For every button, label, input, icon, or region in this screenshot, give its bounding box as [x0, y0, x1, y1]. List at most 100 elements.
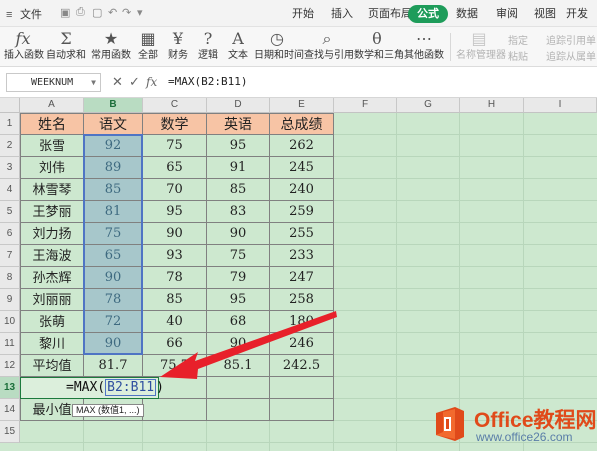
score-cell[interactable]: 75: [84, 223, 143, 245]
score-cell[interactable]: 79: [207, 267, 270, 289]
tab-insert[interactable]: 插入: [327, 5, 357, 23]
tab-home[interactable]: 开始: [288, 5, 318, 23]
row-header-12[interactable]: 12: [0, 355, 20, 377]
print-icon[interactable]: ⎙: [76, 6, 85, 19]
column-header-b[interactable]: B: [84, 98, 143, 113]
row-header-4[interactable]: 4: [0, 179, 20, 201]
student-name-cell[interactable]: 张萌: [20, 311, 84, 333]
empty-cell[interactable]: [270, 377, 334, 399]
name-manager-button[interactable]: ▤ 名称管理器: [456, 29, 506, 65]
score-cell[interactable]: 78: [143, 267, 207, 289]
score-cell[interactable]: 85: [84, 179, 143, 201]
formula-input[interactable]: =MAX(B2:B11): [168, 74, 247, 90]
score-cell[interactable]: 262: [270, 135, 334, 157]
column-header-g[interactable]: G: [397, 98, 460, 113]
score-cell[interactable]: 92: [84, 135, 143, 157]
tab-formulas[interactable]: 公式: [408, 5, 448, 23]
column-header-h[interactable]: H: [460, 98, 524, 113]
column-header-i[interactable]: I: [524, 98, 597, 113]
student-name-cell[interactable]: 刘力扬: [20, 223, 84, 245]
score-cell[interactable]: 95: [207, 135, 270, 157]
student-name-cell[interactable]: 张雪: [20, 135, 84, 157]
other-functions-button[interactable]: ⋯ 其他函数: [404, 29, 444, 65]
row-header-11[interactable]: 11: [0, 333, 20, 355]
tab-review[interactable]: 审阅: [492, 5, 522, 23]
redo-icon[interactable]: ↷: [122, 6, 131, 19]
score-cell[interactable]: 78: [84, 289, 143, 311]
score-cell[interactable]: 40: [143, 311, 207, 333]
score-cell[interactable]: 85: [143, 289, 207, 311]
average-value-cell[interactable]: 81.7: [84, 355, 143, 377]
more-icon[interactable]: ▾: [137, 6, 143, 19]
row-header-6[interactable]: 6: [0, 223, 20, 245]
score-cell[interactable]: 245: [270, 157, 334, 179]
text-functions-button[interactable]: A 文本: [224, 29, 252, 65]
score-cell[interactable]: 259: [270, 201, 334, 223]
insert-function-button[interactable]: fx 插入函数: [4, 29, 44, 65]
empty-cell[interactable]: [270, 399, 334, 421]
score-cell[interactable]: 246: [270, 333, 334, 355]
score-cell[interactable]: 72: [84, 311, 143, 333]
specify-button[interactable]: 指定: [508, 32, 528, 47]
trace-precedents-button[interactable]: 追踪引用单: [546, 32, 596, 47]
paste-names-button[interactable]: 粘贴: [508, 48, 528, 63]
score-cell[interactable]: 93: [143, 245, 207, 267]
autosum-button[interactable]: Σ 自动求和: [44, 29, 88, 65]
table-header-cell[interactable]: 英语: [207, 113, 270, 135]
score-cell[interactable]: 90: [207, 333, 270, 355]
row-header-9[interactable]: 9: [0, 289, 20, 311]
financial-button[interactable]: ¥ 财务: [164, 29, 192, 65]
column-header-d[interactable]: D: [207, 98, 270, 113]
score-cell[interactable]: 255: [270, 223, 334, 245]
column-header-f[interactable]: F: [334, 98, 397, 113]
score-cell[interactable]: 258: [270, 289, 334, 311]
score-cell[interactable]: 65: [84, 245, 143, 267]
table-header-cell[interactable]: 语文: [84, 113, 143, 135]
math-trig-button[interactable]: θ 数学和三角: [354, 29, 404, 65]
score-cell[interactable]: 240: [270, 179, 334, 201]
empty-cell[interactable]: [143, 399, 207, 421]
lookup-reference-button[interactable]: ⌕ 查找与引用: [304, 29, 354, 65]
average-value-cell[interactable]: 85.1: [207, 355, 270, 377]
file-menu[interactable]: ≡ 文件: [6, 6, 42, 22]
confirm-icon[interactable]: ✓: [129, 74, 140, 90]
tab-developer[interactable]: 开发工: [562, 5, 597, 38]
name-box[interactable]: WEEKNUM ▼: [6, 73, 101, 92]
formula-edit-cell[interactable]: =MAX(B2:B11): [20, 377, 164, 399]
score-cell[interactable]: 68: [207, 311, 270, 333]
score-cell[interactable]: 90: [84, 333, 143, 355]
table-header-cell[interactable]: 姓名: [20, 113, 84, 135]
empty-cell[interactable]: [207, 377, 270, 399]
tab-view[interactable]: 视图: [530, 5, 560, 23]
score-cell[interactable]: 66: [143, 333, 207, 355]
score-cell[interactable]: 85: [207, 179, 270, 201]
average-value-cell[interactable]: 242.5: [270, 355, 334, 377]
score-cell[interactable]: 65: [143, 157, 207, 179]
fx-icon[interactable]: fx: [146, 74, 157, 90]
student-name-cell[interactable]: 林雪琴: [20, 179, 84, 201]
column-header-a[interactable]: A: [20, 98, 84, 113]
empty-cell[interactable]: [207, 399, 270, 421]
row-header-7[interactable]: 7: [0, 245, 20, 267]
score-cell[interactable]: 90: [143, 223, 207, 245]
select-all-corner[interactable]: [0, 98, 20, 113]
score-cell[interactable]: 233: [270, 245, 334, 267]
average-value-cell[interactable]: 75.7: [143, 355, 207, 377]
spreadsheet-grid[interactable]: A B C D E F G H I 1 2 3 4 5 6 7 8 9 10 11 12 13 14 15 姓名 语文 数学 英语 总成…: [0, 98, 597, 451]
row-header-14[interactable]: 14: [0, 399, 20, 421]
row-header-10[interactable]: 10: [0, 311, 20, 333]
score-cell[interactable]: 247: [270, 267, 334, 289]
logical-button[interactable]: ? 逻辑: [194, 29, 222, 65]
row-header-15[interactable]: 15: [0, 421, 20, 443]
score-cell[interactable]: 95: [207, 289, 270, 311]
student-name-cell[interactable]: 刘丽丽: [20, 289, 84, 311]
average-label-cell[interactable]: 平均值: [20, 355, 84, 377]
date-time-button[interactable]: ◷ 日期和时间: [254, 29, 304, 65]
column-header-e[interactable]: E: [270, 98, 334, 113]
score-cell[interactable]: 89: [84, 157, 143, 179]
score-cell[interactable]: 81: [84, 201, 143, 223]
common-functions-button[interactable]: ★ 常用函数: [90, 29, 132, 65]
student-name-cell[interactable]: 王梦丽: [20, 201, 84, 223]
student-name-cell[interactable]: 刘伟: [20, 157, 84, 179]
chevron-down-icon[interactable]: ▼: [91, 74, 96, 91]
